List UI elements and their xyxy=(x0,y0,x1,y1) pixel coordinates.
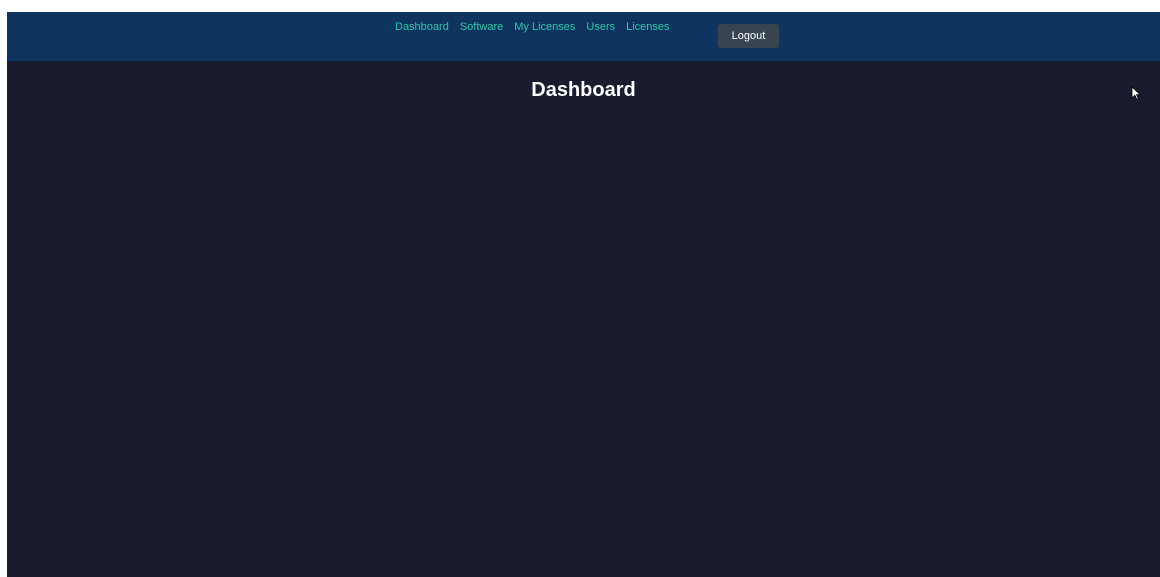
top-navigation-bar: Dashboard Software My Licenses Users Lic… xyxy=(7,12,1160,61)
logout-button[interactable]: Logout xyxy=(718,24,779,48)
nav-link-software[interactable]: Software xyxy=(460,20,503,34)
nav-link-my-licenses[interactable]: My Licenses xyxy=(514,20,575,34)
nav-link-users[interactable]: Users xyxy=(586,20,615,34)
page-title: Dashboard xyxy=(531,79,636,101)
mouse-pointer-icon xyxy=(1131,86,1141,100)
nav-link-dashboard[interactable]: Dashboard xyxy=(395,20,449,34)
nav-links: Dashboard Software My Licenses Users Lic… xyxy=(395,20,670,34)
nav-link-licenses[interactable]: Licenses xyxy=(626,20,669,34)
app-frame: Dashboard Software My Licenses Users Lic… xyxy=(7,12,1160,577)
